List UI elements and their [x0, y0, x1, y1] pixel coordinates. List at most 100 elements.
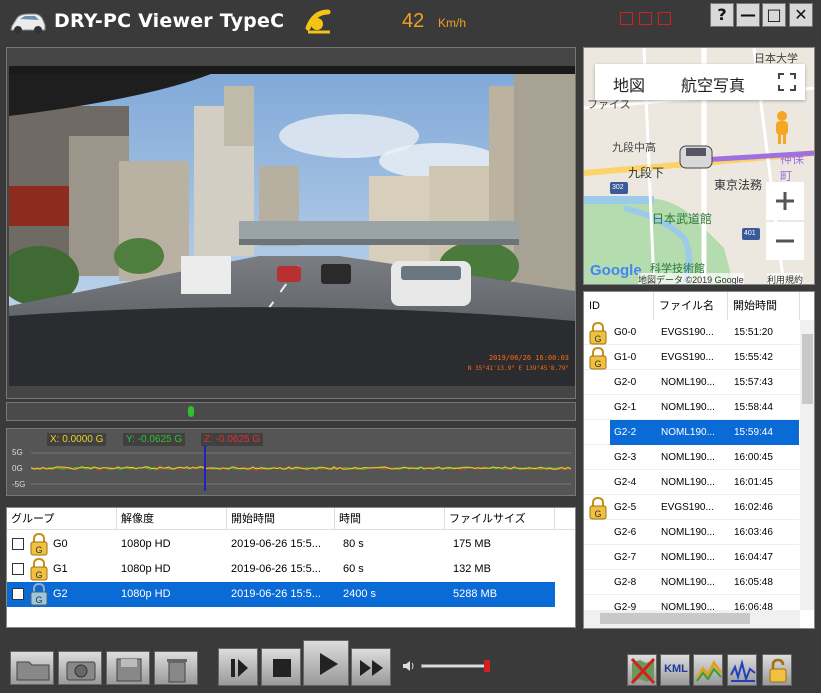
route-401-label: 401 — [744, 230, 756, 237]
group-table: グループ 解像度 開始時間 時間 ファイルサイズ G G0 1080p HD 2… — [6, 507, 576, 628]
graph-icon — [695, 660, 723, 682]
axis-bottom-label: -5G — [12, 480, 26, 489]
group-duration: 2400 s — [343, 588, 377, 600]
volume-icon[interactable] — [402, 659, 416, 673]
volume-slider[interactable] — [421, 664, 489, 668]
minimize-button[interactable]: — — [736, 3, 760, 27]
svg-text:G: G — [35, 545, 42, 555]
open-folder-button[interactable] — [10, 651, 54, 685]
file-name: NOML190... — [661, 477, 715, 488]
file-row-selected[interactable]: G2-2 NOML190... 15:59:44 — [584, 420, 799, 445]
kml-label: KML — [664, 663, 688, 675]
group-row[interactable]: G G0 1080p HD 2019-06-26 15:5... 80 s 17… — [7, 532, 555, 557]
file-id: G2-6 — [614, 527, 637, 538]
file-id: G0-0 — [614, 327, 637, 338]
kml-export-button[interactable]: KML — [660, 654, 690, 686]
file-row[interactable]: G2-4 NOML190... 16:01:45 — [584, 470, 799, 495]
video-coordinates: N 35°41'13.9" E 139°45'8.79" — [467, 365, 569, 372]
volume-thumb[interactable] — [484, 660, 490, 672]
file-row[interactable]: G2-7 NOML190... 16:04:47 — [584, 545, 799, 570]
group-table-header: グループ 解像度 開始時間 時間 ファイルサイズ — [7, 508, 575, 530]
col-group[interactable]: グループ — [7, 508, 117, 530]
file-id: G2-5 — [614, 502, 637, 513]
video-frame-image — [9, 66, 575, 386]
svg-text:G: G — [35, 595, 42, 605]
col-file-size[interactable]: ファイルサイズ — [445, 508, 555, 530]
group-checkbox[interactable] — [12, 588, 24, 600]
group-resolution: 1080p HD — [121, 588, 171, 600]
stop-button[interactable] — [261, 648, 301, 686]
file-id: G1-0 — [614, 352, 637, 363]
map-terms-link[interactable]: 利用規約 — [767, 273, 804, 284]
group-name: G2 — [53, 588, 68, 600]
group-checkbox[interactable] — [12, 538, 24, 550]
hscroll-thumb[interactable] — [600, 613, 750, 624]
tab-map[interactable]: 地図 — [613, 72, 645, 96]
group-size: 132 MB — [453, 563, 491, 575]
maximize-button[interactable]: □ — [762, 3, 786, 27]
file-start-time: 16:00:45 — [734, 452, 773, 463]
step-forward-button[interactable] — [218, 648, 258, 686]
street-view-icon[interactable] — [770, 110, 794, 146]
tab-satellite[interactable]: 航空写真 — [681, 72, 745, 96]
save-button[interactable] — [106, 651, 150, 685]
map-place: 日本武道館 — [652, 212, 713, 226]
gsensor-graph-button[interactable] — [727, 654, 757, 686]
lock-icon: G — [30, 557, 48, 581]
group-row-selected[interactable]: G G2 1080p HD 2019-06-26 15:5... 2400 s … — [7, 582, 555, 607]
file-row[interactable]: G2-8 NOML190... 16:05:48 — [584, 570, 799, 595]
zoom-in-button[interactable] — [766, 182, 804, 220]
lock-file-button[interactable] — [762, 654, 792, 686]
status-indicators — [620, 12, 677, 30]
seek-bar[interactable] — [6, 402, 576, 421]
play-button[interactable] — [303, 640, 349, 686]
lock-icon: G — [30, 532, 48, 556]
snapshot-button[interactable] — [58, 651, 102, 685]
file-name: NOML190... — [661, 427, 715, 438]
group-row[interactable]: G G1 1080p HD 2019-06-26 15:5... 60 s 13… — [7, 557, 555, 582]
horizontal-scrollbar[interactable] — [584, 610, 800, 628]
group-name: G0 — [53, 538, 68, 550]
padlock-icon — [769, 658, 787, 683]
lock-icon: G — [589, 496, 607, 520]
disable-map-button[interactable] — [627, 654, 657, 686]
col-resolution[interactable]: 解像度 — [117, 508, 227, 530]
col-file-start[interactable]: 開始時間 — [728, 292, 800, 320]
seek-thumb[interactable] — [188, 406, 195, 417]
group-start: 2019-06-26 15:5... — [231, 538, 321, 550]
col-start-time[interactable]: 開始時間 — [227, 508, 335, 530]
group-start: 2019-06-26 15:5... — [231, 588, 321, 600]
vertical-scrollbar[interactable] — [800, 320, 814, 610]
car-logo-icon — [10, 13, 46, 34]
zoom-out-button[interactable] — [766, 222, 804, 260]
close-button[interactable]: ✕ — [789, 3, 813, 27]
fullscreen-icon[interactable] — [777, 72, 797, 92]
group-checkbox[interactable] — [12, 563, 24, 575]
lock-icon: G — [30, 582, 48, 606]
speed-unit: Km/h — [438, 16, 467, 30]
file-start-time: 15:59:44 — [734, 427, 773, 438]
help-button[interactable]: ? — [710, 3, 734, 27]
file-row[interactable]: G2-0 NOML190... 15:57:43 — [584, 370, 799, 395]
file-start-time: 16:02:46 — [734, 502, 773, 513]
file-id: G2-3 — [614, 452, 637, 463]
file-row[interactable]: G2-1 NOML190... 15:58:44 — [584, 395, 799, 420]
file-name: NOML190... — [661, 402, 715, 413]
file-row[interactable]: G G1-0 EVGS190... 15:55:42 — [584, 345, 799, 370]
col-duration[interactable]: 時間 — [335, 508, 445, 530]
col-id[interactable]: ID — [584, 292, 654, 320]
camera-icon — [66, 661, 96, 681]
file-row[interactable]: G G2-5 EVGS190... 16:02:46 — [584, 495, 799, 520]
gsensor-graph[interactable]: X: 0.0000 G Y: -0.0625 G Z: -0.0625 G 5G… — [6, 428, 576, 496]
file-row[interactable]: G2-3 NOML190... 16:00:45 — [584, 445, 799, 470]
speed-graph-button[interactable] — [693, 654, 723, 686]
file-row[interactable]: G2-6 NOML190... 16:03:46 — [584, 520, 799, 545]
video-player[interactable]: 2019/06/26 16:00:03 N 35°41'13.9" E 139°… — [9, 66, 575, 386]
fast-forward-button[interactable] — [351, 648, 391, 686]
axis-mid-label: 0G — [12, 464, 23, 473]
file-row[interactable]: G G0-0 EVGS190... 15:51:20 — [584, 320, 799, 345]
plus-icon — [776, 192, 794, 210]
col-file-name[interactable]: ファイル名 — [654, 292, 728, 320]
delete-button[interactable] — [154, 651, 198, 685]
scroll-thumb[interactable] — [802, 334, 813, 404]
